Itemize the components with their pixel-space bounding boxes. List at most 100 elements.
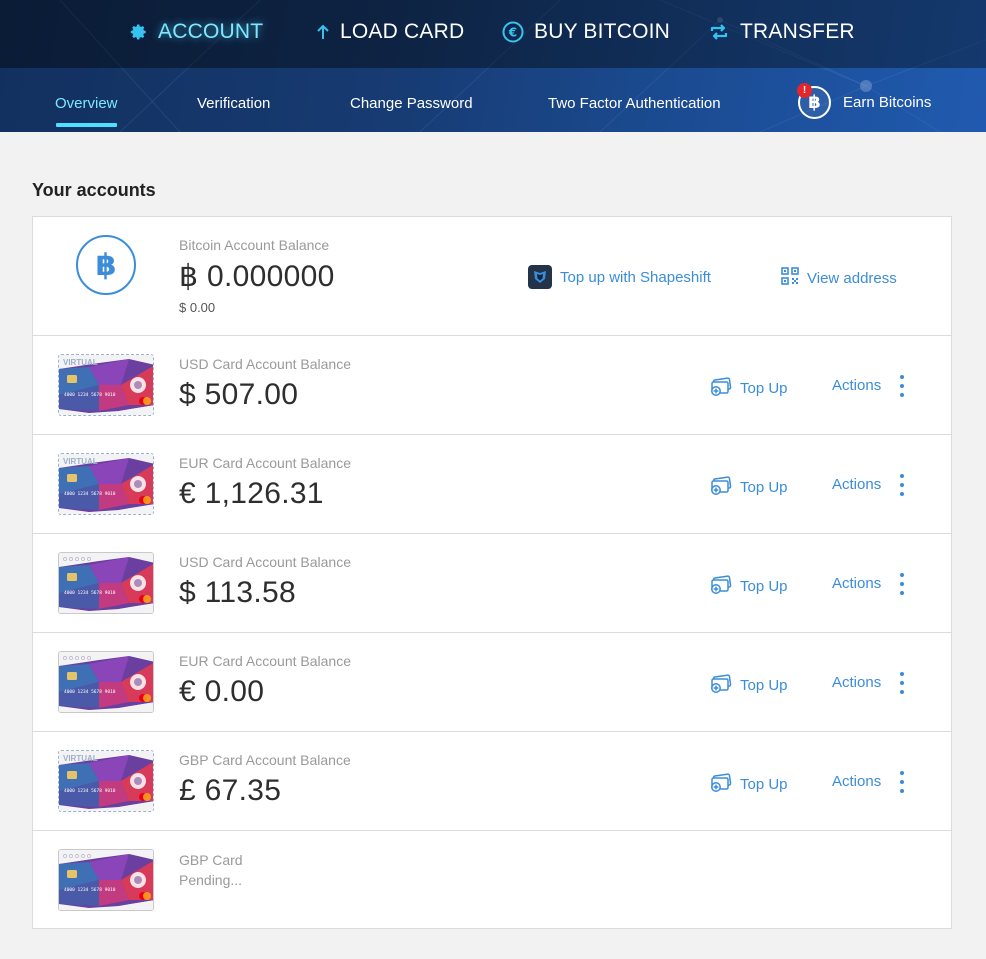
actions-label: Actions xyxy=(832,377,882,394)
bitcoin-logo-symbol: ฿ xyxy=(95,248,117,282)
card-balance-amount: £ 67.35 xyxy=(179,774,282,807)
shapeshift-icon xyxy=(528,265,552,289)
accounts-list: ฿ Bitcoin Account Balance ฿ 0.000000 $ 0… xyxy=(32,216,952,929)
card-balance-amount: € 1,126.31 xyxy=(179,477,324,510)
top-up-button[interactable]: Top Up xyxy=(710,376,788,400)
wallet-plus-icon xyxy=(710,475,732,499)
card-balance-label: USD Card Account Balance xyxy=(179,356,351,372)
wallet-plus-icon xyxy=(710,376,732,400)
bitcoin-coin-icon: ฿ ! xyxy=(797,83,831,119)
card-account-row: 4000 1234 5678 9010 EUR Card Account Bala… xyxy=(33,633,951,732)
svg-text:€: € xyxy=(508,26,518,40)
actions-button[interactable]: Actions xyxy=(832,773,881,790)
tab-verification[interactable]: Verification xyxy=(197,95,270,112)
more-options-icon[interactable] xyxy=(898,672,906,694)
top-up-button[interactable]: Top Up xyxy=(710,574,788,598)
arrow-up-icon xyxy=(316,24,330,40)
bitcoin-balance-label: Bitcoin Account Balance xyxy=(179,237,330,253)
top-up-shapeshift-label: Top up with Shapeshift xyxy=(560,268,711,286)
bitcoin-logo-icon: ฿ xyxy=(76,235,136,295)
wallet-plus-icon xyxy=(710,574,732,598)
pending-card-row: 4000 1234 5678 9010 GBP Card Pending... xyxy=(33,831,951,929)
top-up-label: Top Up xyxy=(740,478,788,496)
top-up-label: Top Up xyxy=(740,379,788,397)
nav-transfer-label: TRANSFER xyxy=(740,20,855,43)
top-up-label: Top Up xyxy=(740,577,788,595)
gear-icon xyxy=(130,23,148,41)
virtual-label: VIRTUAL xyxy=(63,457,98,466)
card-number-text: 4000 1234 5678 9010 xyxy=(64,689,116,695)
card-balance-amount: $ 507.00 xyxy=(179,378,299,411)
transfer-icon xyxy=(708,23,730,41)
nav-buy-bitcoin[interactable]: € BUY BITCOIN xyxy=(502,18,670,46)
top-up-button[interactable]: Top Up xyxy=(710,772,788,796)
card-thumbnail: 4000 1234 5678 9010 xyxy=(58,552,154,614)
coin-icon: € xyxy=(502,21,524,43)
bitcoin-balance-amount: ฿ 0.000000 xyxy=(179,260,335,293)
more-options-icon[interactable] xyxy=(898,474,906,496)
top-up-button[interactable]: Top Up xyxy=(710,673,788,697)
card-thumbnail: 4000 1234 5678 9010 xyxy=(58,849,154,911)
card-balance-amount: € 0.00 xyxy=(179,675,265,708)
card-account-row: 4000 1234 5678 9010 USD Card Account Bala… xyxy=(33,534,951,633)
qr-code-icon xyxy=(781,267,799,289)
actions-label: Actions xyxy=(832,773,882,790)
top-up-shapeshift-link[interactable]: Top up with Shapeshift xyxy=(528,265,711,289)
earn-bitcoins-button[interactable]: ฿ ! Earn Bitcoins xyxy=(797,83,932,119)
actions-button[interactable]: Actions xyxy=(832,674,881,691)
top-up-button[interactable]: Top Up xyxy=(710,475,788,499)
wallet-plus-icon xyxy=(710,673,732,697)
card-balance-amount: $ 113.58 xyxy=(179,576,296,609)
card-number-text: 4000 1234 5678 9010 xyxy=(64,491,116,497)
card-thumbnail: 4000 1234 5678 9010 VIRTUAL xyxy=(58,750,154,812)
card-account-row: 4000 1234 5678 9010 VIRTUAL GBP Card Accou… xyxy=(33,732,951,831)
section-title: Your accounts xyxy=(32,180,156,200)
actions-button[interactable]: Actions xyxy=(832,377,881,394)
card-balance-label: EUR Card Account Balance xyxy=(179,455,351,471)
nav-buy-bitcoin-label: BUY BITCOIN xyxy=(534,20,671,43)
card-account-row: 4000 1234 5678 9010 VIRTUAL USD Card Accou… xyxy=(33,336,951,435)
tab-overview[interactable]: Overview xyxy=(55,95,118,112)
top-navigation: ACCOUNT LOAD CARD € BUY BITCOIN TRANSFER xyxy=(0,0,986,68)
pending-card-status: Pending... xyxy=(179,872,243,888)
actions-label: Actions xyxy=(832,674,882,691)
view-address-label: View address xyxy=(807,269,897,287)
card-thumbnail: 4000 1234 5678 9010 VIRTUAL xyxy=(58,354,154,416)
actions-button[interactable]: Actions xyxy=(832,476,881,493)
tab-two-factor-authentication[interactable]: Two Factor Authentication xyxy=(548,95,721,112)
card-number-text: 4000 1234 5678 9010 xyxy=(64,788,116,794)
active-tab-indicator xyxy=(56,123,117,127)
card-account-row: 4000 1234 5678 9010 VIRTUAL EUR Card Accou… xyxy=(33,435,951,534)
nav-load-card[interactable]: LOAD CARD xyxy=(316,18,464,46)
nav-load-card-label: LOAD CARD xyxy=(340,20,465,43)
nav-account-label: ACCOUNT xyxy=(158,20,264,43)
actions-label: Actions xyxy=(832,575,882,592)
card-number-text: 4000 1234 5678 9010 xyxy=(64,887,116,893)
card-thumbnail: 4000 1234 5678 9010 VIRTUAL xyxy=(58,453,154,515)
notification-badge: ! xyxy=(797,83,812,98)
bitcoin-account-row: ฿ Bitcoin Account Balance ฿ 0.000000 $ 0… xyxy=(33,217,951,336)
more-options-icon[interactable] xyxy=(898,573,906,595)
card-thumbnail: 4000 1234 5678 9010 xyxy=(58,651,154,713)
header: ACCOUNT LOAD CARD € BUY BITCOIN TRANSFER… xyxy=(0,0,986,132)
card-number-text: 4000 1234 5678 9010 xyxy=(64,392,116,398)
top-up-label: Top Up xyxy=(740,775,788,793)
card-number-text: 4000 1234 5678 9010 xyxy=(64,590,116,596)
nav-transfer[interactable]: TRANSFER xyxy=(708,18,855,46)
more-options-icon[interactable] xyxy=(898,771,906,793)
pending-card-label: GBP Card xyxy=(179,852,243,868)
card-balance-label: GBP Card Account Balance xyxy=(179,752,351,768)
nav-account[interactable]: ACCOUNT xyxy=(130,18,263,46)
earn-bitcoins-label: Earn Bitcoins xyxy=(843,94,932,111)
tab-change-password[interactable]: Change Password xyxy=(350,95,473,112)
top-up-label: Top Up xyxy=(740,676,788,694)
actions-button[interactable]: Actions xyxy=(832,575,881,592)
card-balance-label: USD Card Account Balance xyxy=(179,554,351,570)
wallet-plus-icon xyxy=(710,772,732,796)
actions-label: Actions xyxy=(832,476,882,493)
view-address-link[interactable]: View address xyxy=(781,267,897,289)
virtual-label: VIRTUAL xyxy=(63,754,98,763)
virtual-label: VIRTUAL xyxy=(63,358,98,367)
more-options-icon[interactable] xyxy=(898,375,906,397)
card-balance-label: EUR Card Account Balance xyxy=(179,653,351,669)
